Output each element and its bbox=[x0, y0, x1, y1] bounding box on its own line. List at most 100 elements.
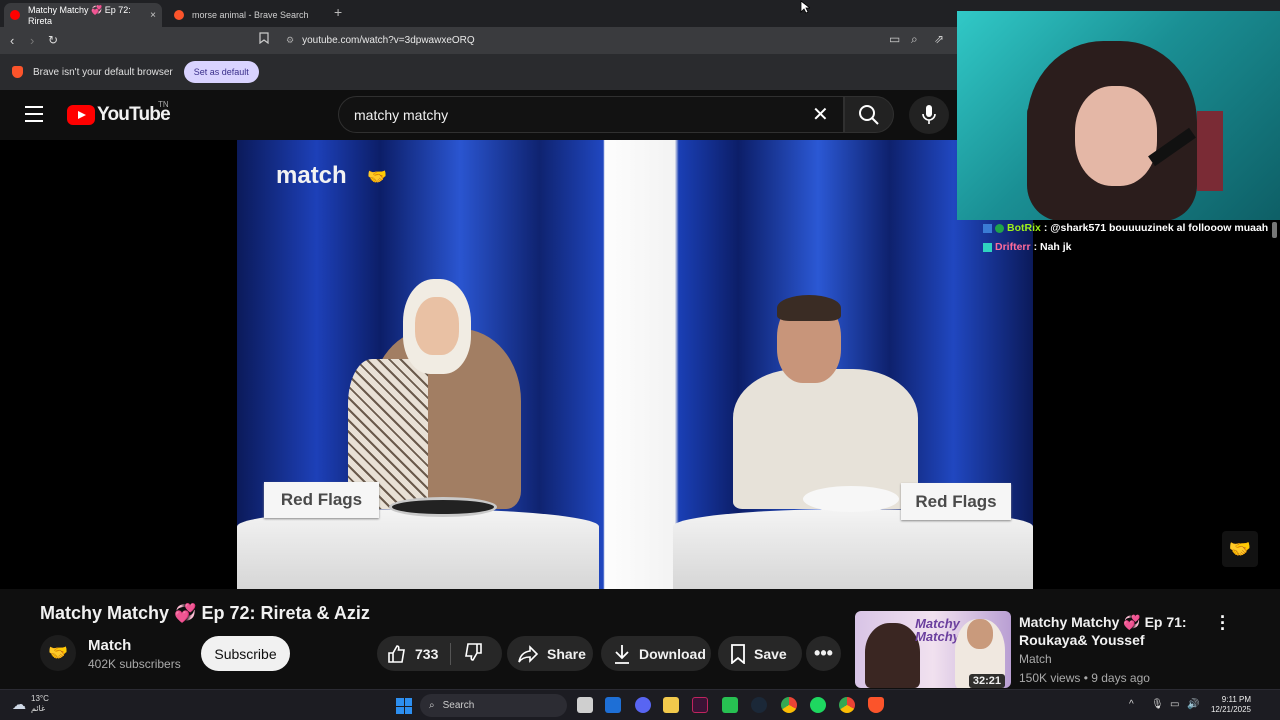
channel-avatar[interactable]: 🤝 bbox=[40, 635, 76, 671]
like-dislike-group: 733 bbox=[377, 636, 502, 671]
table-right bbox=[673, 509, 1033, 589]
cloud-icon: ☁ bbox=[12, 696, 26, 712]
chat-message: Drifterr : Nah jk bbox=[983, 238, 1273, 257]
share-button[interactable]: Share bbox=[507, 636, 593, 671]
set-default-button[interactable]: Set as default bbox=[183, 61, 259, 83]
site-info-icon[interactable]: ⚙ bbox=[286, 35, 294, 46]
download-button[interactable]: Download bbox=[601, 636, 711, 671]
subscriber-count: 402K subscribers bbox=[88, 657, 181, 671]
tray-overflow-icon[interactable]: ^ bbox=[1129, 699, 1134, 710]
tab-matchy[interactable]: Matchy Matchy 💞 Ep 72: Rireta × bbox=[4, 3, 162, 27]
network-icon[interactable]: ▭ bbox=[1170, 699, 1179, 710]
chat-scrollbar[interactable] bbox=[1272, 222, 1277, 238]
outlook-icon[interactable] bbox=[605, 697, 621, 713]
youtube-logo[interactable]: YouTube bbox=[67, 104, 171, 126]
share-icon[interactable]: ⇗ bbox=[934, 32, 944, 46]
sushi-plate bbox=[389, 497, 497, 517]
address-bar[interactable]: ⚙ youtube.com/watch?v=3dpwawxeORQ bbox=[282, 30, 952, 51]
search-input[interactable]: matchy matchy bbox=[338, 96, 844, 133]
save-button[interactable]: Save bbox=[718, 636, 802, 671]
red-flags-sign-right: Red Flags bbox=[901, 483, 1011, 520]
table-left bbox=[237, 509, 599, 589]
reload-icon[interactable]: ↻ bbox=[48, 33, 58, 47]
thumbs-down-icon bbox=[465, 643, 483, 661]
video-frame: match 🤝 Red Flags Red Flags bbox=[237, 140, 1033, 589]
mouse-cursor-icon bbox=[800, 0, 810, 14]
clock-time: 9:11 PM bbox=[1221, 695, 1251, 704]
youtube-play-icon bbox=[67, 105, 95, 125]
youtube-favicon-icon bbox=[10, 10, 20, 20]
brave-shield-icon bbox=[12, 66, 23, 78]
like-button[interactable]: 733 bbox=[387, 644, 438, 664]
discord-icon[interactable] bbox=[635, 697, 651, 713]
handshake-logo-icon: 🤝 bbox=[367, 169, 387, 186]
tab-brave-search[interactable]: morse animal - Brave Search bbox=[168, 3, 328, 27]
reader-mode-icon[interactable]: ▭ bbox=[889, 32, 900, 46]
close-tab-icon[interactable]: × bbox=[150, 10, 156, 21]
bot-badge-icon bbox=[983, 224, 992, 233]
zoom-icon[interactable]: ⌕ bbox=[911, 32, 918, 47]
kick-icon[interactable] bbox=[722, 697, 738, 713]
forward-icon[interactable]: › bbox=[30, 33, 34, 48]
related-channel-name[interactable]: Match bbox=[1019, 652, 1052, 666]
infobar-text: Brave isn't your default browser bbox=[33, 66, 173, 78]
dislike-button[interactable] bbox=[463, 642, 491, 665]
download-icon bbox=[615, 644, 629, 664]
food-plate bbox=[803, 486, 899, 512]
like-count: 733 bbox=[415, 645, 439, 662]
spotify-icon[interactable] bbox=[810, 697, 826, 713]
chat-text: : @shark571 bouuuuzinek al follooow muaa… bbox=[1043, 222, 1269, 234]
microphone-tray-icon[interactable]: 🎙 bbox=[1151, 699, 1164, 710]
start-button[interactable] bbox=[396, 698, 412, 714]
share-arrow-icon bbox=[518, 644, 539, 663]
thumbnail-text: Matchy Matchy bbox=[915, 616, 960, 644]
chat-text: : Nah jk bbox=[1033, 241, 1072, 253]
file-explorer-icon[interactable] bbox=[663, 697, 679, 713]
subscribe-button[interactable]: Subscribe bbox=[201, 636, 290, 671]
video-duration: 32:21 bbox=[968, 674, 1005, 688]
screen: Matchy Matchy 💞 Ep 72: Rireta × morse an… bbox=[0, 0, 1280, 720]
search-icon: ⌕ bbox=[429, 700, 435, 711]
steam-icon[interactable] bbox=[751, 697, 767, 713]
more-vertical-icon[interactable]: · · · bbox=[1220, 608, 1226, 638]
clear-search-icon[interactable]: ✕ bbox=[812, 102, 829, 127]
search-button[interactable] bbox=[844, 96, 894, 133]
related-video-title[interactable]: Matchy Matchy 💞 Ep 71: Roukaya& Youssef bbox=[1019, 613, 1209, 649]
menu-icon[interactable] bbox=[25, 106, 43, 127]
taskbar-search[interactable]: ⌕ Search bbox=[420, 694, 567, 717]
related-video-meta: 150K views • 9 days ago bbox=[1019, 671, 1150, 685]
brave-icon[interactable] bbox=[868, 697, 884, 713]
new-tab-button[interactable]: + bbox=[334, 4, 342, 20]
thumbs-up-icon bbox=[388, 644, 405, 663]
visual-studio-icon[interactable] bbox=[692, 697, 708, 713]
video-title: Matchy Matchy 💞 Ep 72: Rireta & Aziz bbox=[40, 603, 370, 623]
tab-label: morse animal - Brave Search bbox=[192, 10, 309, 20]
weather-widget[interactable]: ☁ 13°C غائم bbox=[12, 694, 49, 714]
more-actions-button[interactable]: ••• bbox=[806, 636, 841, 671]
region-code: TN bbox=[158, 100, 169, 109]
channel-watermark-icon[interactable]: 🤝 bbox=[1222, 531, 1258, 567]
share-label: Share bbox=[547, 645, 586, 662]
chat-message: BotRix : @shark571 bouuuuzinek al folloo… bbox=[983, 219, 1273, 238]
chat-username: Drifterr bbox=[995, 241, 1031, 253]
download-label: Download bbox=[639, 645, 706, 662]
tab-label: Matchy Matchy 💞 Ep 72: Rireta bbox=[28, 4, 131, 26]
voice-search-button[interactable] bbox=[909, 96, 949, 134]
system-clock[interactable]: 9:11 PM 12/21/2025 bbox=[1206, 695, 1251, 715]
channel-name[interactable]: Match bbox=[88, 637, 131, 654]
related-video-thumbnail[interactable]: Matchy Matchy 32:21 bbox=[855, 611, 1011, 688]
url-text: youtube.com/watch?v=3dpwawxeORQ bbox=[302, 35, 475, 46]
streamer-webcam bbox=[957, 11, 1280, 220]
guest-left bbox=[333, 279, 553, 509]
bookmark-icon[interactable] bbox=[259, 32, 269, 47]
back-icon[interactable]: ‹ bbox=[10, 33, 14, 48]
chrome-profile-icon[interactable] bbox=[839, 697, 855, 713]
guest-right bbox=[733, 295, 923, 509]
search-value: matchy matchy bbox=[354, 106, 449, 123]
more-horizontal-icon: ••• bbox=[814, 643, 833, 663]
volume-icon[interactable]: 🔊 bbox=[1187, 699, 1199, 710]
task-view-icon[interactable] bbox=[577, 697, 593, 713]
search-icon bbox=[859, 105, 879, 125]
clock-date: 12/21/2025 bbox=[1210, 705, 1251, 714]
chrome-icon[interactable] bbox=[781, 697, 797, 713]
